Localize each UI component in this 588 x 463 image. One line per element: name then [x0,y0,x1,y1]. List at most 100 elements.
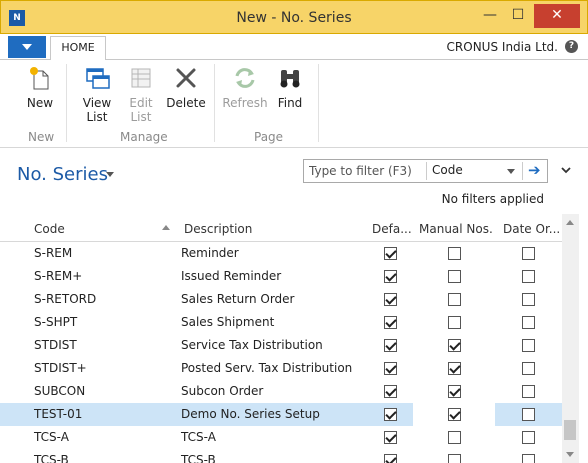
checkbox-default[interactable] [384,385,397,398]
delete-button[interactable]: Delete [166,64,206,110]
scroll-up-arrow-icon[interactable] [566,220,574,225]
filter-separator [522,162,523,180]
checkbox-default[interactable] [384,431,397,444]
company-name: CRONUS India Ltd. [446,40,558,54]
cell-description[interactable]: TCS-B [181,453,216,463]
cell-code[interactable]: TCS-A [34,430,69,444]
checkbox-default[interactable] [384,339,397,352]
checkbox-date-order[interactable] [522,385,535,398]
filter-input[interactable] [309,163,421,179]
cell-description[interactable]: Issued Reminder [181,269,281,283]
sort-ascending-icon [162,225,170,230]
checkbox-manual-nos[interactable] [448,454,461,463]
checkbox-manual-nos[interactable] [448,362,461,375]
minimize-button[interactable]: — [477,4,503,28]
binoculars-icon [280,70,300,88]
table-row[interactable]: TEST-01 Demo No. Series Setup [0,403,562,426]
refresh-button[interactable]: Refresh [222,64,268,110]
cell-code[interactable]: S-RETORD [34,292,96,306]
checkbox-default[interactable] [384,316,397,329]
ribbon-tabs: HOME CRONUS India Ltd. ? [0,34,588,61]
checkbox-manual-nos[interactable] [448,431,461,444]
table-row[interactable]: S-REM Reminder [0,242,562,265]
scroll-down-arrow-icon[interactable] [566,452,574,457]
column-header-manual-nos[interactable]: Manual Nos. [419,222,493,236]
scrollbar-thumb[interactable] [564,420,576,440]
cell-code[interactable]: TCS-B [34,453,69,463]
checkbox-default[interactable] [384,362,397,375]
checkbox-manual-nos[interactable] [448,316,461,329]
cell-code[interactable]: S-REM+ [34,269,82,283]
cell-description[interactable]: Demo No. Series Setup [181,407,320,421]
view-list-button[interactable]: View List [78,64,116,124]
checkbox-date-order[interactable] [522,339,535,352]
edit-list-button[interactable]: Edit List [124,64,158,124]
close-button[interactable]: ✕ [534,4,580,28]
cell-code[interactable]: SUBCON [34,384,85,398]
checkbox-date-order[interactable] [522,454,535,463]
new-document-icon [30,67,49,90]
page-title-chevron-down-icon[interactable] [106,172,114,177]
group-label-page: Page [254,130,284,144]
ribbon: New New View List Edit List Delete Manag… [0,60,588,148]
table-row[interactable]: TCS-B TCS-B [0,449,562,463]
cell-description[interactable]: Posted Serv. Tax Distribution [181,361,352,375]
checkbox-manual-nos[interactable] [448,247,461,260]
checkbox-date-order[interactable] [522,408,535,421]
edit-list-icon [131,68,151,88]
delete-x-icon [176,68,196,88]
table-row[interactable]: STDIST+ Posted Serv. Tax Distribution [0,357,562,380]
checkbox-manual-nos[interactable] [448,339,461,352]
cell-description[interactable]: Sales Return Order [181,292,295,306]
cell-description[interactable]: TCS-A [181,430,216,444]
checkbox-date-order[interactable] [522,247,535,260]
cell-description[interactable]: Sales Shipment [181,315,274,329]
table-row[interactable]: STDIST Service Tax Distribution [0,334,562,357]
cell-code[interactable]: S-SHPT [34,315,77,329]
application-menu-button[interactable] [8,36,46,58]
group-label-manage: Manage [120,130,168,144]
cell-description[interactable]: Subcon Order [181,384,263,398]
group-label-new: New [28,130,55,144]
vertical-scrollbar[interactable] [562,214,579,463]
cell-description[interactable]: Service Tax Distribution [181,338,323,352]
table-row[interactable]: S-REM+ Issued Reminder [0,265,562,288]
checkbox-manual-nos[interactable] [448,408,461,421]
find-button[interactable]: Find [274,64,306,110]
checkbox-default[interactable] [384,270,397,283]
cell-code[interactable]: STDIST+ [34,361,87,375]
checkbox-default[interactable] [384,454,397,463]
checkbox-date-order[interactable] [522,431,535,444]
cell-code[interactable]: TEST-01 [34,407,82,421]
table-row[interactable]: S-RETORD Sales Return Order [0,288,562,311]
help-icon[interactable]: ? [565,40,578,53]
checkbox-default[interactable] [384,247,397,260]
maximize-button[interactable]: ☐ [505,4,531,28]
collapse-chevron-icon[interactable] [560,164,572,176]
cell-code[interactable]: STDIST [34,338,77,352]
checkbox-manual-nos[interactable] [448,293,461,306]
page-title[interactable]: No. Series [17,164,108,185]
column-header-code[interactable]: Code [34,222,65,236]
chevron-down-icon[interactable] [507,169,515,174]
apply-filter-arrow-icon[interactable]: ➔ [528,161,541,179]
checkbox-default[interactable] [384,408,397,421]
table-row[interactable]: S-SHPT Sales Shipment [0,311,562,334]
table-row[interactable]: SUBCON Subcon Order [0,380,562,403]
tab-home[interactable]: HOME [50,36,106,61]
checkbox-manual-nos[interactable] [448,385,461,398]
table-row[interactable]: TCS-A TCS-A [0,426,562,449]
checkbox-date-order[interactable] [522,316,535,329]
column-header-date-order[interactable]: Date Or... [503,222,560,236]
checkbox-manual-nos[interactable] [448,270,461,283]
checkbox-date-order[interactable] [522,362,535,375]
new-button[interactable]: New [24,64,56,110]
column-header-default[interactable]: Defa... [372,222,412,236]
column-header-description[interactable]: Description [184,222,252,236]
checkbox-date-order[interactable] [522,270,535,283]
cell-description[interactable]: Reminder [181,246,239,260]
checkbox-default[interactable] [384,293,397,306]
checkbox-date-order[interactable] [522,293,535,306]
group-separator [214,64,215,142]
cell-code[interactable]: S-REM [34,246,72,260]
